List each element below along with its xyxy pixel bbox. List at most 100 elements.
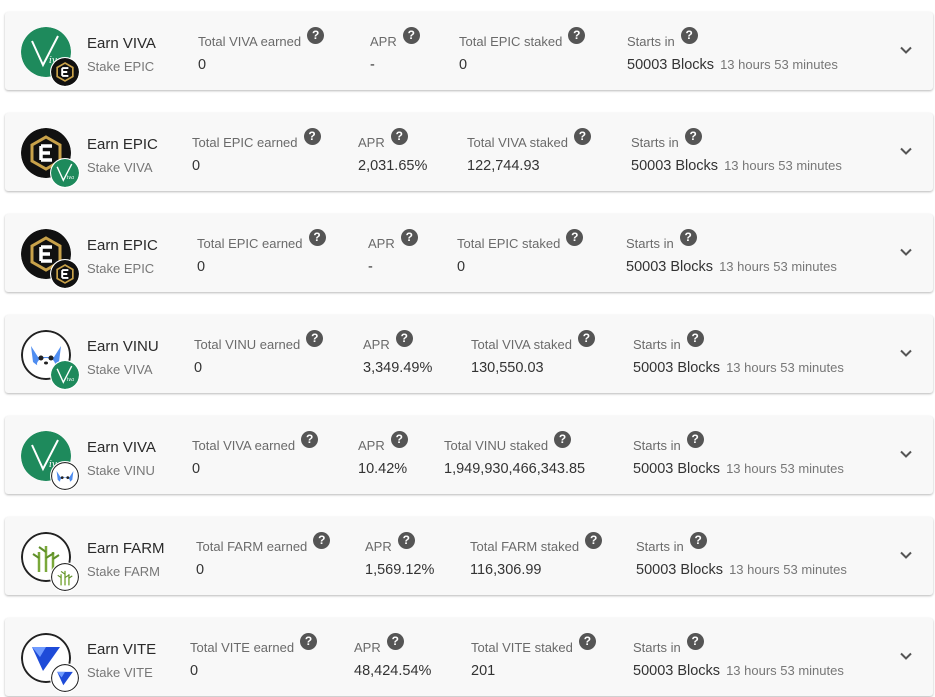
staked-column: Total VIVA staked? 130,550.03 [471, 329, 595, 378]
pool-stake-subtitle: Stake EPIC [87, 261, 155, 276]
pool-stake-subtitle: Stake VINU [87, 463, 155, 478]
help-icon[interactable]: ? [679, 228, 697, 246]
pool-stake-subtitle: Stake VITE [87, 665, 153, 680]
starts-column: Starts in? 50003 Blocks 13 hours 53 minut… [636, 531, 847, 580]
help-icon[interactable]: ? [573, 127, 591, 145]
pool-earn-title: Earn VITE [87, 641, 157, 658]
expand-chevron-icon[interactable] [897, 647, 915, 665]
staked-value: 0 [457, 259, 466, 275]
pool-list: iva Earn VIVA Stake EPIC Total VIVA earn… [0, 0, 935, 697]
svg-text:iva: iva [67, 175, 74, 181]
pool-logo [21, 633, 80, 693]
pool-card[interactable]: iva Earn VINU Stake VIVA Total VINU earn… [5, 315, 933, 393]
earned-column: Total VINU earned? 0 [194, 329, 324, 378]
staked-value: 122,744.93 [467, 158, 540, 174]
pool-earn-title: Earn EPIC [87, 237, 158, 254]
pool-card[interactable]: Earn EPIC Stake EPIC Total EPIC earned? … [5, 214, 933, 292]
staked-label: Total EPIC staked [459, 33, 563, 49]
help-icon[interactable]: ? [686, 329, 704, 347]
help-icon[interactable]: ? [680, 26, 698, 44]
time-remaining: 13 hours 53 minutes [719, 259, 837, 274]
apr-column: APR? 1,569.12% [365, 531, 435, 580]
help-icon[interactable]: ? [686, 430, 704, 448]
pool-card[interactable]: iva Earn VIVA Stake EPIC Total VIVA earn… [5, 12, 933, 90]
help-icon[interactable]: ? [400, 228, 418, 246]
blocks-value: 50003 Blocks [636, 562, 724, 578]
pool-logo: iva [21, 330, 80, 390]
help-icon[interactable]: ? [390, 430, 408, 448]
starts-label: Starts in [631, 134, 679, 150]
pool-card[interactable]: Earn FARM Stake FARM Total FARM earned? … [5, 517, 933, 595]
help-icon[interactable]: ? [684, 127, 702, 145]
pool-card[interactable]: iva Earn VIVA Stake VINU Total VIVA earn… [5, 416, 933, 494]
staked-label: Total FARM staked [470, 538, 580, 554]
starts-column: Starts in? 50003 Blocks 13 hours 53 minut… [627, 26, 838, 75]
apr-value: 1,569.12% [365, 562, 435, 578]
pool-earn-title: Earn VIVA [87, 439, 156, 456]
expand-chevron-icon[interactable] [897, 344, 915, 362]
earned-label: Total VINU earned [194, 336, 301, 352]
apr-column: APR? 2,031.65% [358, 127, 428, 176]
expand-chevron-icon[interactable] [897, 41, 915, 59]
help-icon[interactable]: ? [686, 632, 704, 650]
help-icon[interactable]: ? [300, 632, 318, 650]
time-remaining: 13 hours 53 minutes [726, 461, 844, 476]
pool-earn-title: Earn VIVA [87, 35, 156, 52]
help-icon[interactable]: ? [577, 329, 595, 347]
apr-label: APR [368, 235, 395, 251]
time-remaining: 13 hours 53 minutes [726, 360, 844, 375]
starts-label: Starts in [633, 336, 681, 352]
apr-column: APR? - [370, 26, 420, 75]
help-icon[interactable]: ? [585, 531, 603, 549]
earned-column: Total FARM earned? 0 [196, 531, 331, 580]
starts-label: Starts in [627, 33, 675, 49]
help-icon[interactable]: ? [307, 26, 325, 44]
earned-label: Total VIVA earned [192, 437, 296, 453]
apr-value: 2,031.65% [358, 158, 428, 174]
pool-card[interactable]: iva Earn EPIC Stake VIVA Total EPIC earn… [5, 113, 933, 191]
help-icon[interactable]: ? [308, 228, 326, 246]
earned-column: Total EPIC earned? 0 [197, 228, 326, 277]
help-icon[interactable]: ? [402, 26, 420, 44]
help-icon[interactable]: ? [554, 430, 572, 448]
staked-value: 0 [459, 57, 468, 73]
starts-column: Starts in? 50003 Blocks 13 hours 53 minut… [633, 329, 844, 378]
pool-stake-subtitle: Stake FARM [87, 564, 160, 579]
apr-label: APR [358, 134, 385, 150]
earned-value: 0 [196, 562, 205, 578]
time-remaining: 13 hours 53 minutes [729, 562, 847, 577]
earned-value: 0 [194, 360, 203, 376]
pool-card[interactable]: Earn VITE Stake VITE Total VITE earned? … [5, 618, 933, 696]
vite-token-icon [50, 663, 80, 693]
blocks-value: 50003 Blocks [631, 158, 719, 174]
expand-chevron-icon[interactable] [897, 445, 915, 463]
apr-column: APR? 3,349.49% [363, 329, 432, 378]
starts-label: Starts in [626, 235, 674, 251]
staked-column: Total FARM staked? 116,306.99 [470, 531, 603, 580]
help-icon[interactable]: ? [303, 127, 321, 145]
help-icon[interactable]: ? [566, 228, 584, 246]
pool-stake-subtitle: Stake VIVA [87, 362, 153, 377]
help-icon[interactable]: ? [386, 632, 404, 650]
staked-label: Total EPIC staked [457, 235, 561, 251]
help-icon[interactable]: ? [568, 26, 586, 44]
expand-chevron-icon[interactable] [897, 142, 915, 160]
starts-column: Starts in? 50003 Blocks 13 hours 53 minut… [631, 127, 842, 176]
pool-logo: iva [21, 128, 80, 188]
help-icon[interactable]: ? [301, 430, 319, 448]
starts-label: Starts in [633, 639, 681, 655]
help-icon[interactable]: ? [689, 531, 707, 549]
earned-column: Total EPIC earned? 0 [192, 127, 321, 176]
staked-value: 130,550.03 [471, 360, 544, 376]
expand-chevron-icon[interactable] [897, 243, 915, 261]
apr-label: APR [370, 33, 397, 49]
help-icon[interactable]: ? [313, 531, 331, 549]
help-icon[interactable]: ? [390, 127, 408, 145]
starts-label: Starts in [633, 437, 681, 453]
viva-token-icon: iva [50, 158, 80, 188]
help-icon[interactable]: ? [397, 531, 415, 549]
expand-chevron-icon[interactable] [897, 546, 915, 564]
help-icon[interactable]: ? [578, 632, 596, 650]
help-icon[interactable]: ? [306, 329, 324, 347]
help-icon[interactable]: ? [395, 329, 413, 347]
